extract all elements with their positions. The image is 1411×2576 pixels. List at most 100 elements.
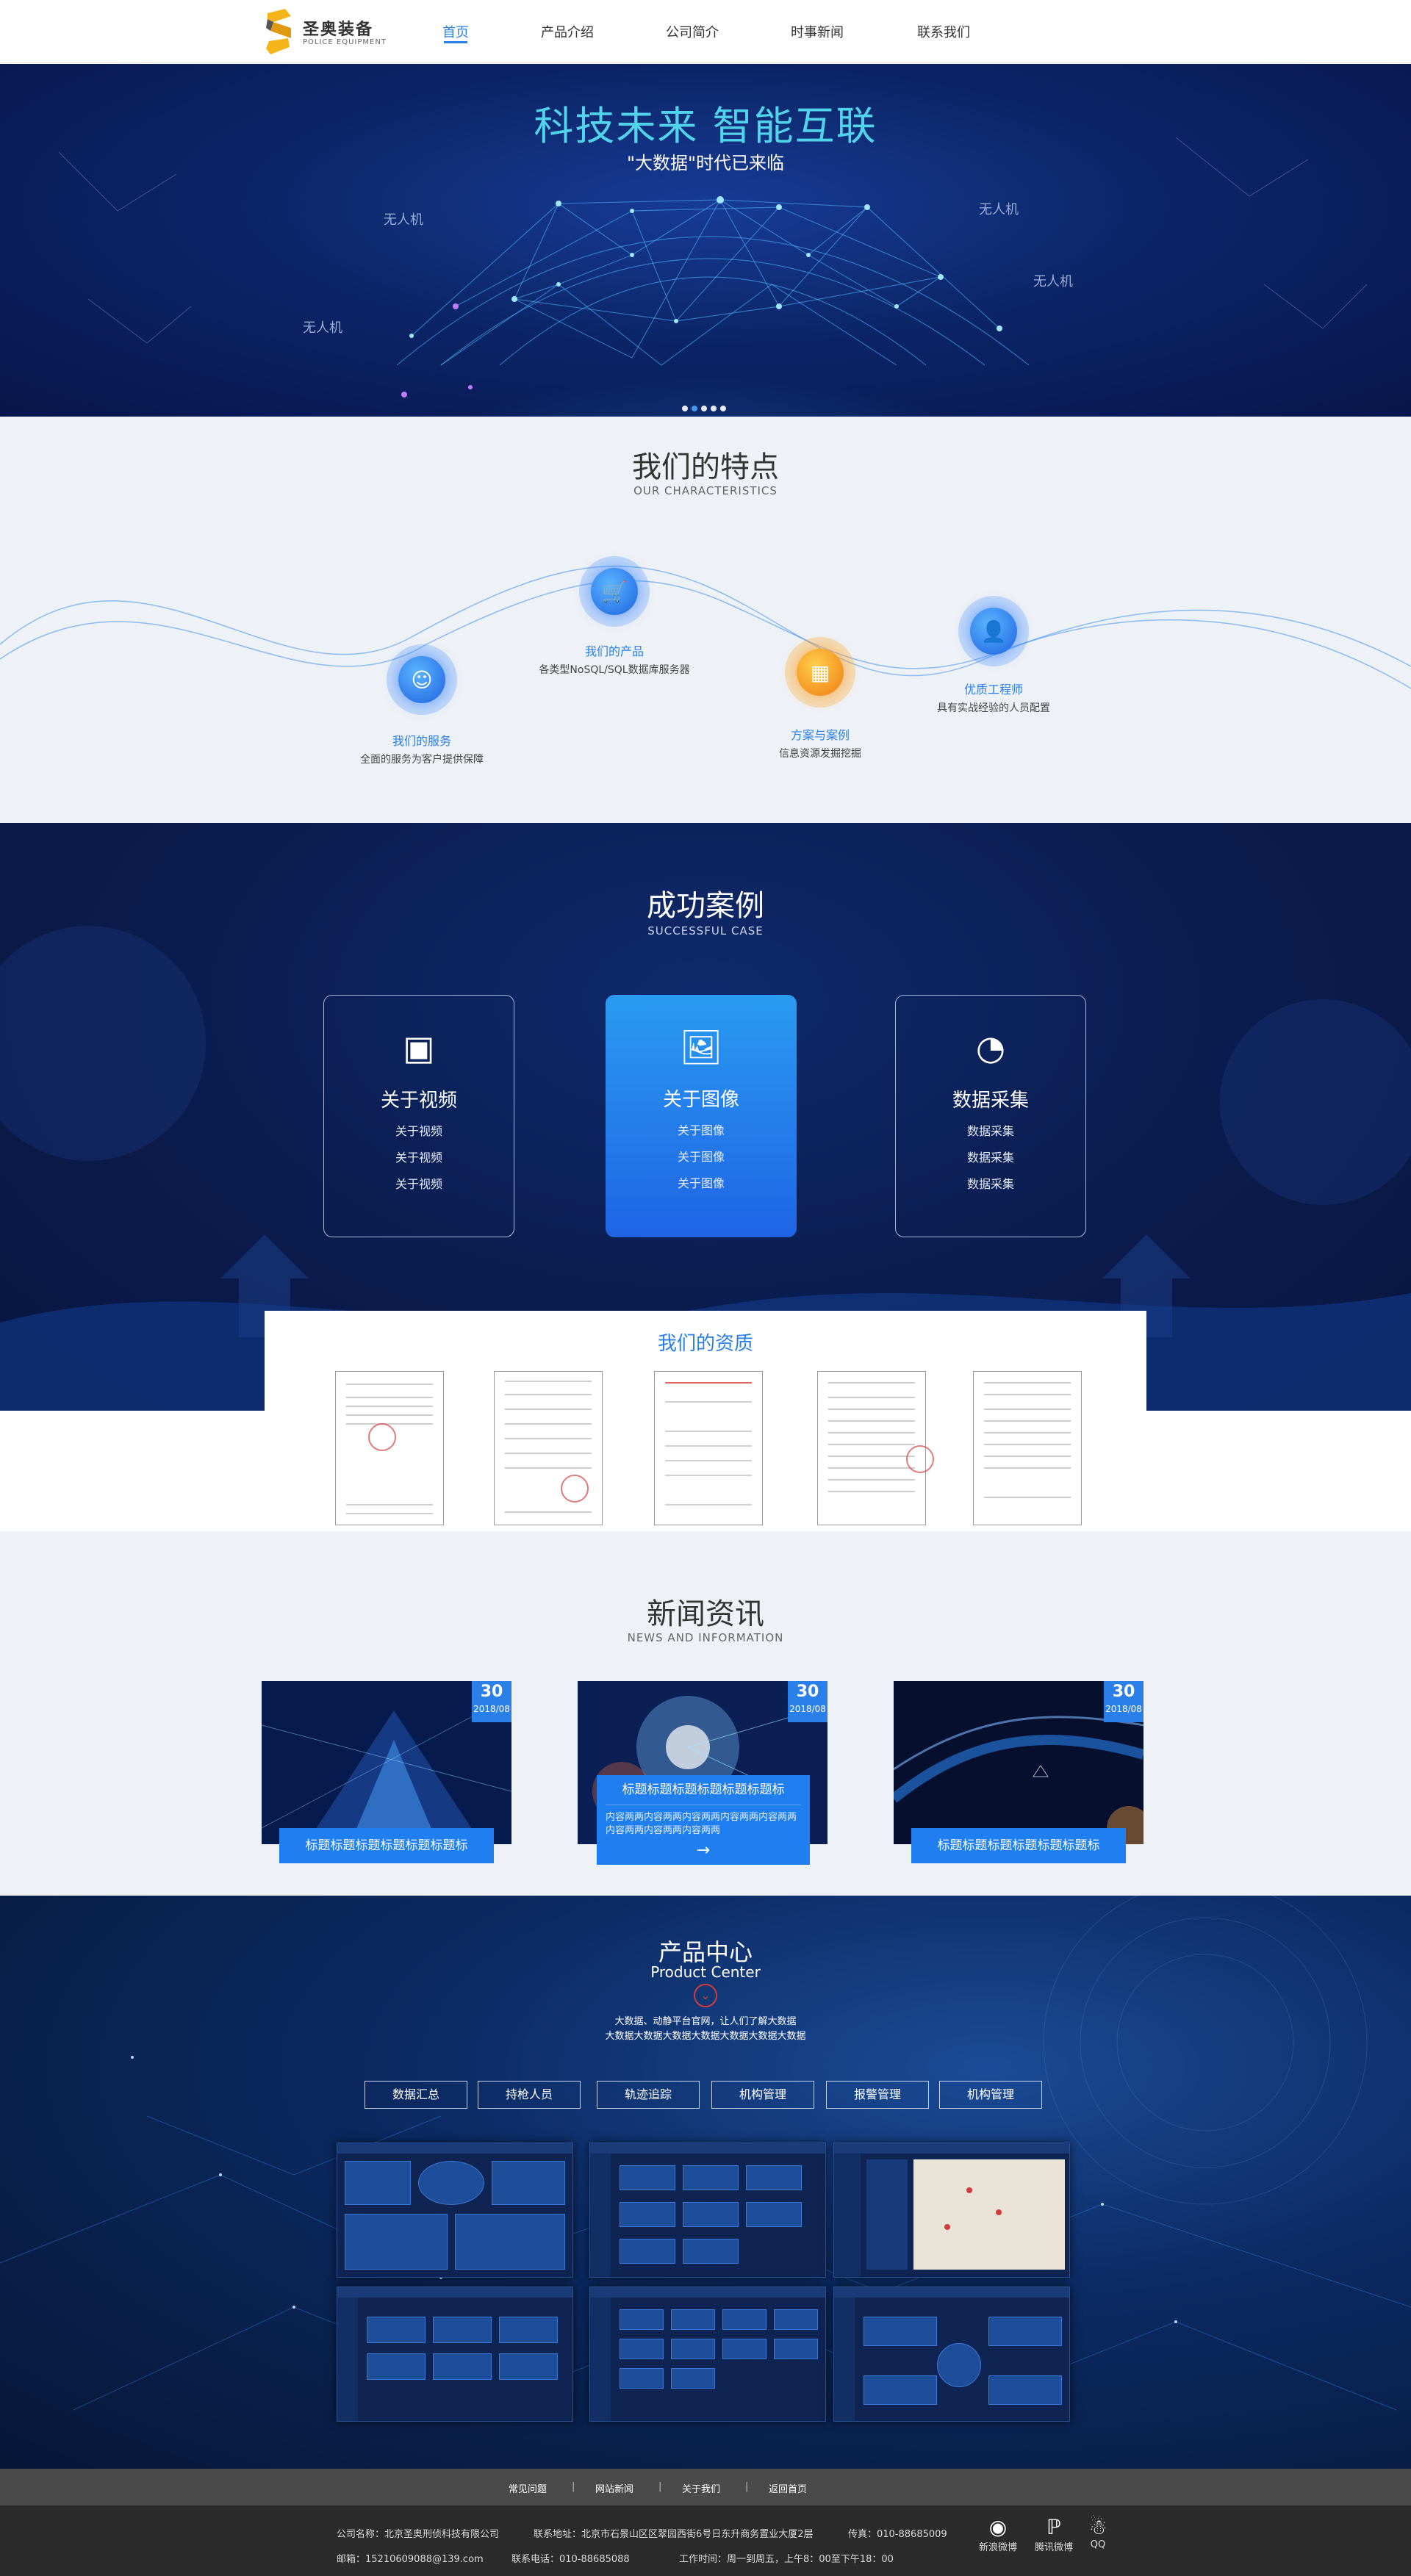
news-day: 30 <box>796 1683 819 1701</box>
hero-banner: 科技未来 智能互联 "大数据"时代已来临 无人机 无人机 无人机 无人机 <box>0 64 1411 417</box>
footer-link-faq[interactable]: 常见问题 <box>509 2481 547 2495</box>
pie-chart-icon: ◔ <box>975 1028 1006 1068</box>
arrow-right-icon[interactable]: → <box>597 1842 810 1860</box>
news-desc: 内容两两内容两两内容两两内容两两内容两两内容两两内容两两内容两两 <box>606 1812 797 1836</box>
qualification-title: 我们的资质 <box>657 1333 753 1355</box>
chevron-down-icon[interactable]: ⌄ <box>694 1984 717 2007</box>
footer-links-bar: 常见问题 | 网站新闻 | 关于我们 | 返回首页 <box>0 2469 1411 2505</box>
news-month: 2018/08 <box>1105 1704 1142 1714</box>
features-section: 我们的特点 OUR CHARACTERISTICS ☺ 我们的服务 全面的服务为… <box>0 417 1411 823</box>
feature-desc: 具有实战经验的人员配置 <box>937 702 1050 714</box>
logo-icon[interactable] <box>263 9 295 54</box>
products-desc: 大数据大数据大数据大数据大数据大数据大数据 <box>605 2031 806 2042</box>
social-label: QQ <box>1090 2539 1106 2550</box>
certificate-image[interactable] <box>817 1371 934 1525</box>
cart-icon: 🛒 <box>591 568 638 615</box>
news-date-badge: 30 2018/08 <box>788 1681 827 1722</box>
feature-name: 我们的服务 <box>392 734 451 748</box>
certificate-image[interactable] <box>335 1371 444 1525</box>
product-tab[interactable]: 报警管理 <box>826 2081 929 2109</box>
hero-title: 科技未来 智能互联 <box>534 103 877 149</box>
news-feature-panel[interactable]: 标题标题标题标题标题标题标 内容两两内容两两内容两两内容两两内容两两内容两两内容… <box>597 1775 810 1865</box>
footer-phone: 联系电话：010-88685088 <box>511 2554 630 2565</box>
case-line: 关于视频 <box>395 1177 442 1191</box>
hero-subtitle: "大数据"时代已来临 <box>626 153 785 173</box>
news-card[interactable]: 30 2018/08 <box>262 1681 511 1844</box>
product-screenshot[interactable] <box>589 2143 826 2278</box>
feature-desc: 各类型NoSQL/SQL数据库服务器 <box>539 664 690 676</box>
footer-email: 邮箱：15210609088@139.com <box>337 2554 484 2565</box>
service-icon: ☺ <box>398 656 445 703</box>
products-subtitle: Product Center <box>650 1963 761 1981</box>
case-card-data[interactable]: ◔ 数据采集 数据采集 数据采集 数据采集 <box>895 995 1086 1237</box>
product-tab[interactable]: 机构管理 <box>711 2081 814 2109</box>
nav-contact[interactable]: 联系我们 <box>917 22 970 41</box>
carousel-dot[interactable] <box>682 406 688 411</box>
drone-label: 无人机 <box>384 212 423 228</box>
carousel-dot[interactable] <box>711 406 717 411</box>
product-tab[interactable]: 持枪人员 <box>478 2081 581 2109</box>
grid-icon: ▦ <box>797 649 844 696</box>
user-icon: 👤 <box>970 608 1017 655</box>
case-card-video[interactable]: ▣ 关于视频 关于视频 关于视频 关于视频 <box>323 995 514 1237</box>
footer-address: 联系地址：北京市石景山区区翠园西街6号日东升商务置业大厦2层 <box>534 2529 814 2540</box>
carousel-dot[interactable] <box>692 406 697 411</box>
image-icon: 🖼 <box>679 1027 723 1067</box>
social-label: 腾讯微博 <box>1034 2542 1073 2553</box>
product-tab[interactable]: 轨迹追踪 <box>597 2081 700 2109</box>
news-date-badge: 30 2018/08 <box>1104 1681 1143 1722</box>
case-line: 关于视频 <box>395 1151 442 1165</box>
feature-desc: 全面的服务为客户提供保障 <box>360 754 484 766</box>
product-screenshot[interactable] <box>833 2143 1070 2278</box>
nav-about[interactable]: 公司简介 <box>666 22 719 41</box>
case-card-image[interactable]: 🖼 关于图像 关于图像 关于图像 关于图像 <box>606 995 797 1237</box>
feature-case-circle[interactable]: ▦ <box>785 637 855 708</box>
drone-label: 无人机 <box>303 320 342 336</box>
case-line: 关于图像 <box>677 1176 725 1190</box>
social-qq[interactable]: ☃ QQ <box>1083 2515 1113 2551</box>
footer-fax: 传真：010-88685009 <box>848 2529 947 2540</box>
news-day: 30 <box>480 1683 503 1701</box>
carousel-dot[interactable] <box>720 406 726 411</box>
footer-link-home[interactable]: 返回首页 <box>769 2481 807 2495</box>
footer-link-news[interactable]: 网站新闻 <box>595 2481 633 2495</box>
news-title-label[interactable]: 标题标题标题标题标题标题标 <box>279 1828 494 1863</box>
feature-service-circle[interactable]: ☺ <box>387 644 457 715</box>
case-line: 关于视频 <box>395 1124 442 1138</box>
video-icon: ▣ <box>403 1028 435 1068</box>
news-title-label[interactable]: 标题标题标题标题标题标题标 <box>911 1828 1126 1863</box>
product-screenshot[interactable] <box>589 2287 826 2422</box>
case-line: 数据采集 <box>966 1124 1014 1138</box>
certificate-image[interactable] <box>494 1371 603 1525</box>
social-weibo[interactable]: ◉ 新浪微博 <box>977 2515 1019 2554</box>
nav-home[interactable]: 首页 <box>442 22 469 41</box>
product-screenshot[interactable] <box>337 2287 573 2422</box>
news-month: 2018/08 <box>789 1704 826 1714</box>
weibo-icon: ◉ <box>988 2515 1008 2539</box>
feature-product-circle[interactable]: 🛒 <box>579 556 650 627</box>
carousel-dot[interactable] <box>701 406 707 411</box>
wave-lines-graphic <box>0 565 1411 689</box>
product-tab[interactable]: 机构管理 <box>939 2081 1042 2109</box>
qualification-panel: 我们的资质 <box>265 1311 1146 1531</box>
case-line: 关于图像 <box>677 1123 725 1137</box>
footer-link-about[interactable]: 关于我们 <box>682 2481 720 2495</box>
qq-icon: ☃ <box>1088 2515 1107 2539</box>
certificate-image[interactable] <box>654 1371 763 1525</box>
certificate-image[interactable] <box>973 1371 1082 1525</box>
product-screenshot[interactable] <box>337 2143 573 2278</box>
logo-name: 圣奥装备 <box>303 21 374 39</box>
features-subtitle: OUR CHARACTERISTICS <box>633 484 778 497</box>
drone-label: 无人机 <box>979 202 1019 217</box>
feature-engineer-circle[interactable]: 👤 <box>958 596 1029 666</box>
nav-products[interactable]: 产品介绍 <box>541 22 594 41</box>
site-footer: 公司名称：北京圣奥刑侦科技有限公司 联系地址：北京市石景山区区翠园西街6号日东升… <box>0 2505 1411 2576</box>
carousel-dots <box>682 400 730 414</box>
nav-news[interactable]: 时事新闻 <box>791 22 844 41</box>
cases-title: 成功案例 <box>647 889 764 923</box>
feature-desc: 信息资源发掘挖掘 <box>779 748 861 760</box>
news-card[interactable]: 30 2018/08 <box>894 1681 1143 1844</box>
product-tab[interactable]: 数据汇总 <box>365 2081 467 2109</box>
product-screenshot[interactable] <box>833 2287 1070 2422</box>
social-tencent-weibo[interactable]: ℙ 腾讯微博 <box>1033 2516 1074 2554</box>
